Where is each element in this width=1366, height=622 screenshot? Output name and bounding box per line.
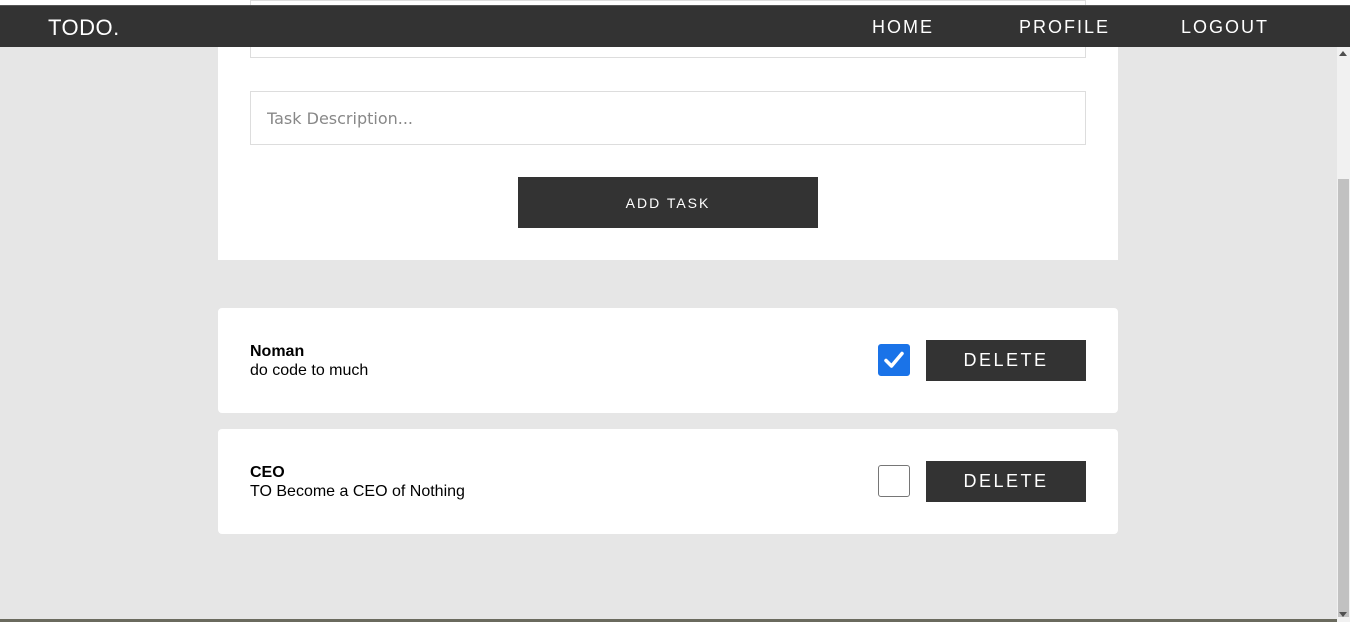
window-edge xyxy=(1350,5,1366,622)
task-complete-checkbox[interactable] xyxy=(878,344,910,376)
scrollbar-thumb[interactable] xyxy=(1338,179,1349,617)
scroll-down-arrow-icon[interactable] xyxy=(1339,612,1347,617)
nav-home-link[interactable]: HOME xyxy=(872,17,934,38)
navbar: TODO. HOME PROFILE LOGOUT xyxy=(0,5,1350,47)
task-card: CEO TO Become a CEO of Nothing DELETE xyxy=(218,429,1118,534)
task-description: do code to much xyxy=(250,362,369,379)
check-icon xyxy=(884,351,904,368)
task-description-input[interactable] xyxy=(250,91,1086,145)
task-title: CEO xyxy=(250,464,285,481)
task-complete-checkbox[interactable] xyxy=(878,465,910,497)
add-task-button[interactable]: ADD TASK xyxy=(518,177,818,228)
task-title: Noman xyxy=(250,343,305,360)
task-description: TO Become a CEO of Nothing xyxy=(250,483,465,500)
scroll-up-arrow-icon[interactable] xyxy=(1339,51,1347,56)
vertical-scrollbar[interactable] xyxy=(1337,47,1350,622)
nav-logout-link[interactable]: LOGOUT xyxy=(1181,17,1269,38)
delete-task-button[interactable]: DELETE xyxy=(926,461,1086,502)
delete-task-button[interactable]: DELETE xyxy=(926,340,1086,381)
brand-logo[interactable]: TODO. xyxy=(48,15,120,41)
task-card: Noman do code to much DELETE xyxy=(218,308,1118,413)
nav-profile-link[interactable]: PROFILE xyxy=(1019,17,1110,38)
